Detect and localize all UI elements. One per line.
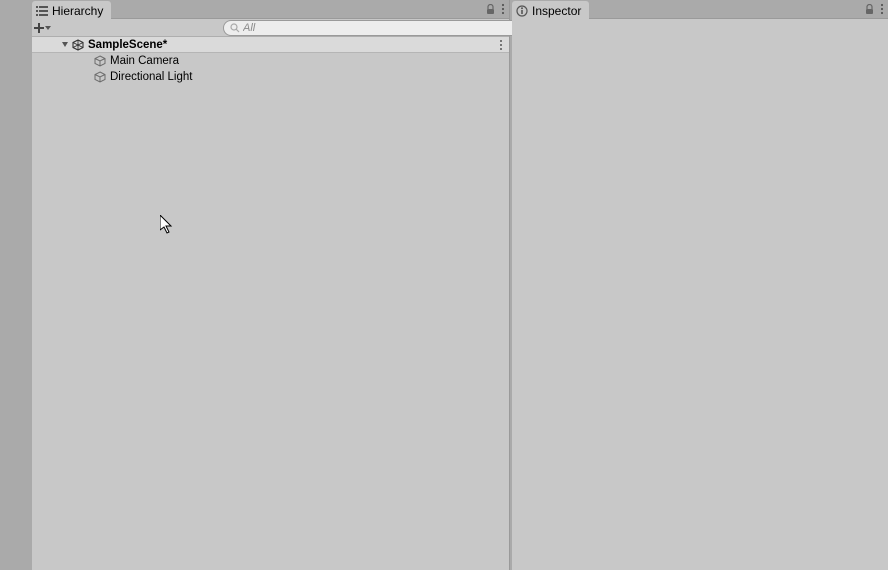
gameobject-name: Main Camera xyxy=(110,55,179,67)
search-icon xyxy=(230,23,240,33)
foldout-icon[interactable] xyxy=(62,42,68,47)
scene-row-menu-icon[interactable] xyxy=(499,37,503,53)
left-gutter xyxy=(0,0,32,570)
hierarchy-tabbar: Hierarchy xyxy=(32,0,509,19)
search-input[interactable] xyxy=(243,22,518,34)
inspector-tab[interactable]: Inspector xyxy=(512,1,589,20)
cube-icon xyxy=(94,71,106,83)
create-button[interactable] xyxy=(34,20,51,36)
hierarchy-tab-label: Hierarchy xyxy=(52,4,103,18)
chevron-down-icon xyxy=(45,26,51,30)
hierarchy-toolbar xyxy=(32,19,509,37)
hierarchy-tab[interactable]: Hierarchy xyxy=(32,1,111,20)
hierarchy-icon xyxy=(36,6,48,16)
panel-menu-icon[interactable] xyxy=(501,3,505,15)
unity-scene-icon xyxy=(72,39,84,51)
info-icon xyxy=(516,5,528,17)
gameobject-row[interactable]: Main Camera xyxy=(32,53,509,69)
root: Hierarchy xyxy=(0,0,888,570)
hierarchy-tabbar-right xyxy=(486,0,505,18)
scene-name: SampleScene* xyxy=(88,39,167,51)
panel-menu-icon[interactable] xyxy=(880,3,884,15)
cube-icon xyxy=(94,55,106,67)
inspector-tabbar: Inspector xyxy=(512,0,888,19)
lock-icon[interactable] xyxy=(865,4,874,15)
gameobject-name: Directional Light xyxy=(110,71,192,83)
inspector-tabbar-right xyxy=(865,0,884,18)
lock-icon[interactable] xyxy=(486,4,495,15)
search-field[interactable] xyxy=(223,20,525,36)
inspector-body xyxy=(512,19,888,570)
inspector-tab-label: Inspector xyxy=(532,4,581,18)
scene-row[interactable]: SampleScene* xyxy=(32,37,509,53)
hierarchy-tree[interactable]: SampleScene* Main C xyxy=(32,37,509,570)
inspector-panel: Inspector xyxy=(512,0,888,570)
gameobject-row[interactable]: Directional Light xyxy=(32,69,509,85)
hierarchy-panel: Hierarchy xyxy=(32,0,510,570)
